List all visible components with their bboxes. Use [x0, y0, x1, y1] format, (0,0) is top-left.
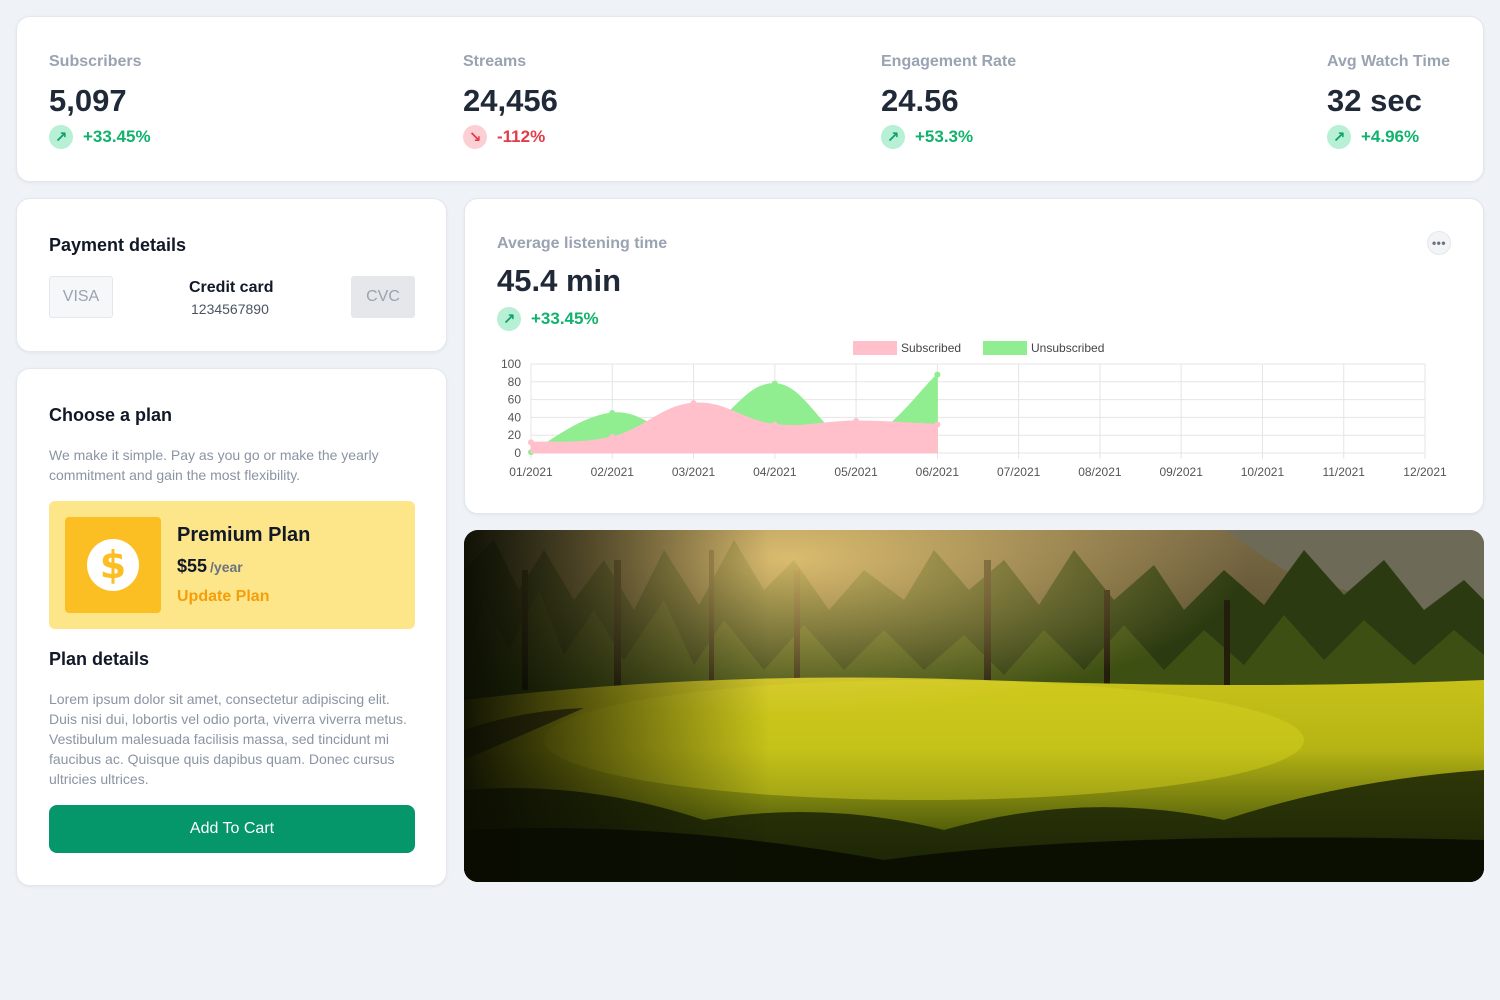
- x-tick-label: 05/2021: [834, 465, 878, 479]
- data-point-subscribed: [853, 417, 860, 424]
- listening-area-chart: 0 20 40 60 80 100 01/2021 02/2021 03/2021 04/2021…: [501, 341, 1447, 479]
- arrow-up-right-icon: ↗: [881, 125, 905, 149]
- premium-plan-name: Premium Plan: [177, 524, 311, 546]
- payment-title: Payment details: [49, 235, 187, 255]
- price-period: /year: [210, 559, 243, 575]
- x-tick-label: 07/2021: [997, 465, 1041, 479]
- legend-swatch: [853, 341, 897, 355]
- stat-label: Subscribers: [49, 53, 142, 70]
- plan-details-title: Plan details: [49, 649, 150, 669]
- cvc-field[interactable]: CVC: [351, 276, 415, 318]
- data-point-unsubscribed: [934, 371, 941, 378]
- legend-swatch: [983, 341, 1027, 355]
- stat-change: ↗ +53.3%: [881, 125, 1016, 149]
- data-point-subscribed: [771, 421, 778, 428]
- dollar-coin-icon: $: [87, 539, 139, 591]
- x-tick-label: 08/2021: [1078, 465, 1122, 479]
- stat-change: ↗ +4.96%: [1327, 125, 1450, 149]
- arrow-up-right-icon: ↗: [49, 125, 73, 149]
- stat-label: Engagement Rate: [881, 53, 1017, 70]
- stat-value: 24,456: [463, 83, 558, 118]
- data-point-subscribed: [690, 400, 697, 407]
- visa-card-button[interactable]: VISA: [49, 276, 113, 318]
- y-tick-label: 100: [501, 357, 521, 371]
- stat-avg-watch-time: Avg Watch Time 32 sec ↗ +4.96%: [1327, 53, 1450, 149]
- y-tick-label: 40: [508, 410, 522, 424]
- data-point-subscribed: [609, 433, 616, 440]
- x-tick-label: 03/2021: [672, 465, 716, 479]
- stat-value: 24.56: [881, 83, 959, 118]
- x-tick-label: 09/2021: [1159, 465, 1203, 479]
- listening-time-card: Average listening time 45.4 min ↗ +33.45…: [464, 198, 1484, 514]
- price-amount: $55: [177, 556, 208, 576]
- data-point-subscribed: [528, 439, 534, 446]
- data-point-subscribed: [934, 421, 941, 428]
- arrow-up-right-icon: ↗: [1327, 125, 1351, 149]
- data-point-unsubscribed: [771, 380, 778, 387]
- stat-change-value: -112%: [497, 127, 546, 146]
- choose-plan-card: Choose a plan We make it simple. Pay as …: [16, 368, 447, 886]
- update-plan-link[interactable]: Update Plan: [177, 588, 269, 606]
- stat-change: ↘ -112%: [463, 125, 558, 149]
- stat-change-value: +33.45%: [83, 127, 151, 146]
- add-to-cart-button[interactable]: Add To Cart: [49, 805, 415, 853]
- premium-plan-card: $ Premium Plan $55/year Update Plan: [49, 501, 415, 629]
- stats-card: Subscribers 5,097 ↗ +33.45% Streams 24,4…: [16, 16, 1484, 182]
- x-tick-label: 06/2021: [916, 465, 960, 479]
- forest-meadow-photo: [464, 530, 1484, 882]
- plan-title: Choose a plan: [49, 405, 173, 425]
- x-tick-label: 10/2021: [1241, 465, 1285, 479]
- credit-card-title: Credit card: [189, 279, 274, 296]
- x-tick-label: 01/2021: [509, 465, 553, 479]
- stat-value: 5,097: [49, 83, 127, 118]
- stat-subscribers: Subscribers 5,097 ↗ +33.45%: [49, 53, 151, 149]
- data-point-unsubscribed: [609, 409, 616, 416]
- stat-label: Streams: [463, 53, 527, 70]
- stat-streams: Streams 24,456 ↘ -112%: [463, 53, 558, 149]
- x-tick-label: 11/2021: [1322, 465, 1365, 479]
- stat-value: 32 sec: [1327, 83, 1422, 118]
- credit-card-number: 1234567890: [191, 301, 269, 317]
- stat-engagement-rate: Engagement Rate 24.56 ↗ +53.3%: [881, 53, 1016, 149]
- stat-label: Avg Watch Time: [1327, 53, 1450, 70]
- x-tick-label: 02/2021: [591, 465, 635, 479]
- y-tick-label: 0: [514, 446, 521, 460]
- arrow-down-right-icon: ↘: [463, 125, 487, 149]
- plan-icon-box: $: [65, 517, 161, 613]
- premium-plan-price: $55/year: [177, 556, 243, 577]
- legend-label: Unsubscribed: [1031, 341, 1104, 355]
- y-tick-label: 20: [508, 428, 522, 442]
- x-tick-label: 04/2021: [753, 465, 797, 479]
- plan-description: We make it simple. Pay as you go or make…: [49, 447, 379, 483]
- plan-details-text: Lorem ipsum dolor sit amet, consectetur …: [49, 691, 407, 787]
- y-tick-label: 80: [508, 375, 522, 389]
- y-tick-label: 60: [508, 393, 522, 407]
- stat-change-value: +4.96%: [1361, 127, 1420, 146]
- payment-details-card: Payment details VISA Credit card 1234567…: [16, 198, 447, 352]
- stat-change: ↗ +33.45%: [49, 125, 151, 149]
- x-tick-label: 12/2021: [1403, 465, 1447, 479]
- stat-change-value: +53.3%: [915, 127, 974, 146]
- forest-meadow-image: [464, 530, 1484, 882]
- legend-label: Subscribed: [901, 341, 961, 355]
